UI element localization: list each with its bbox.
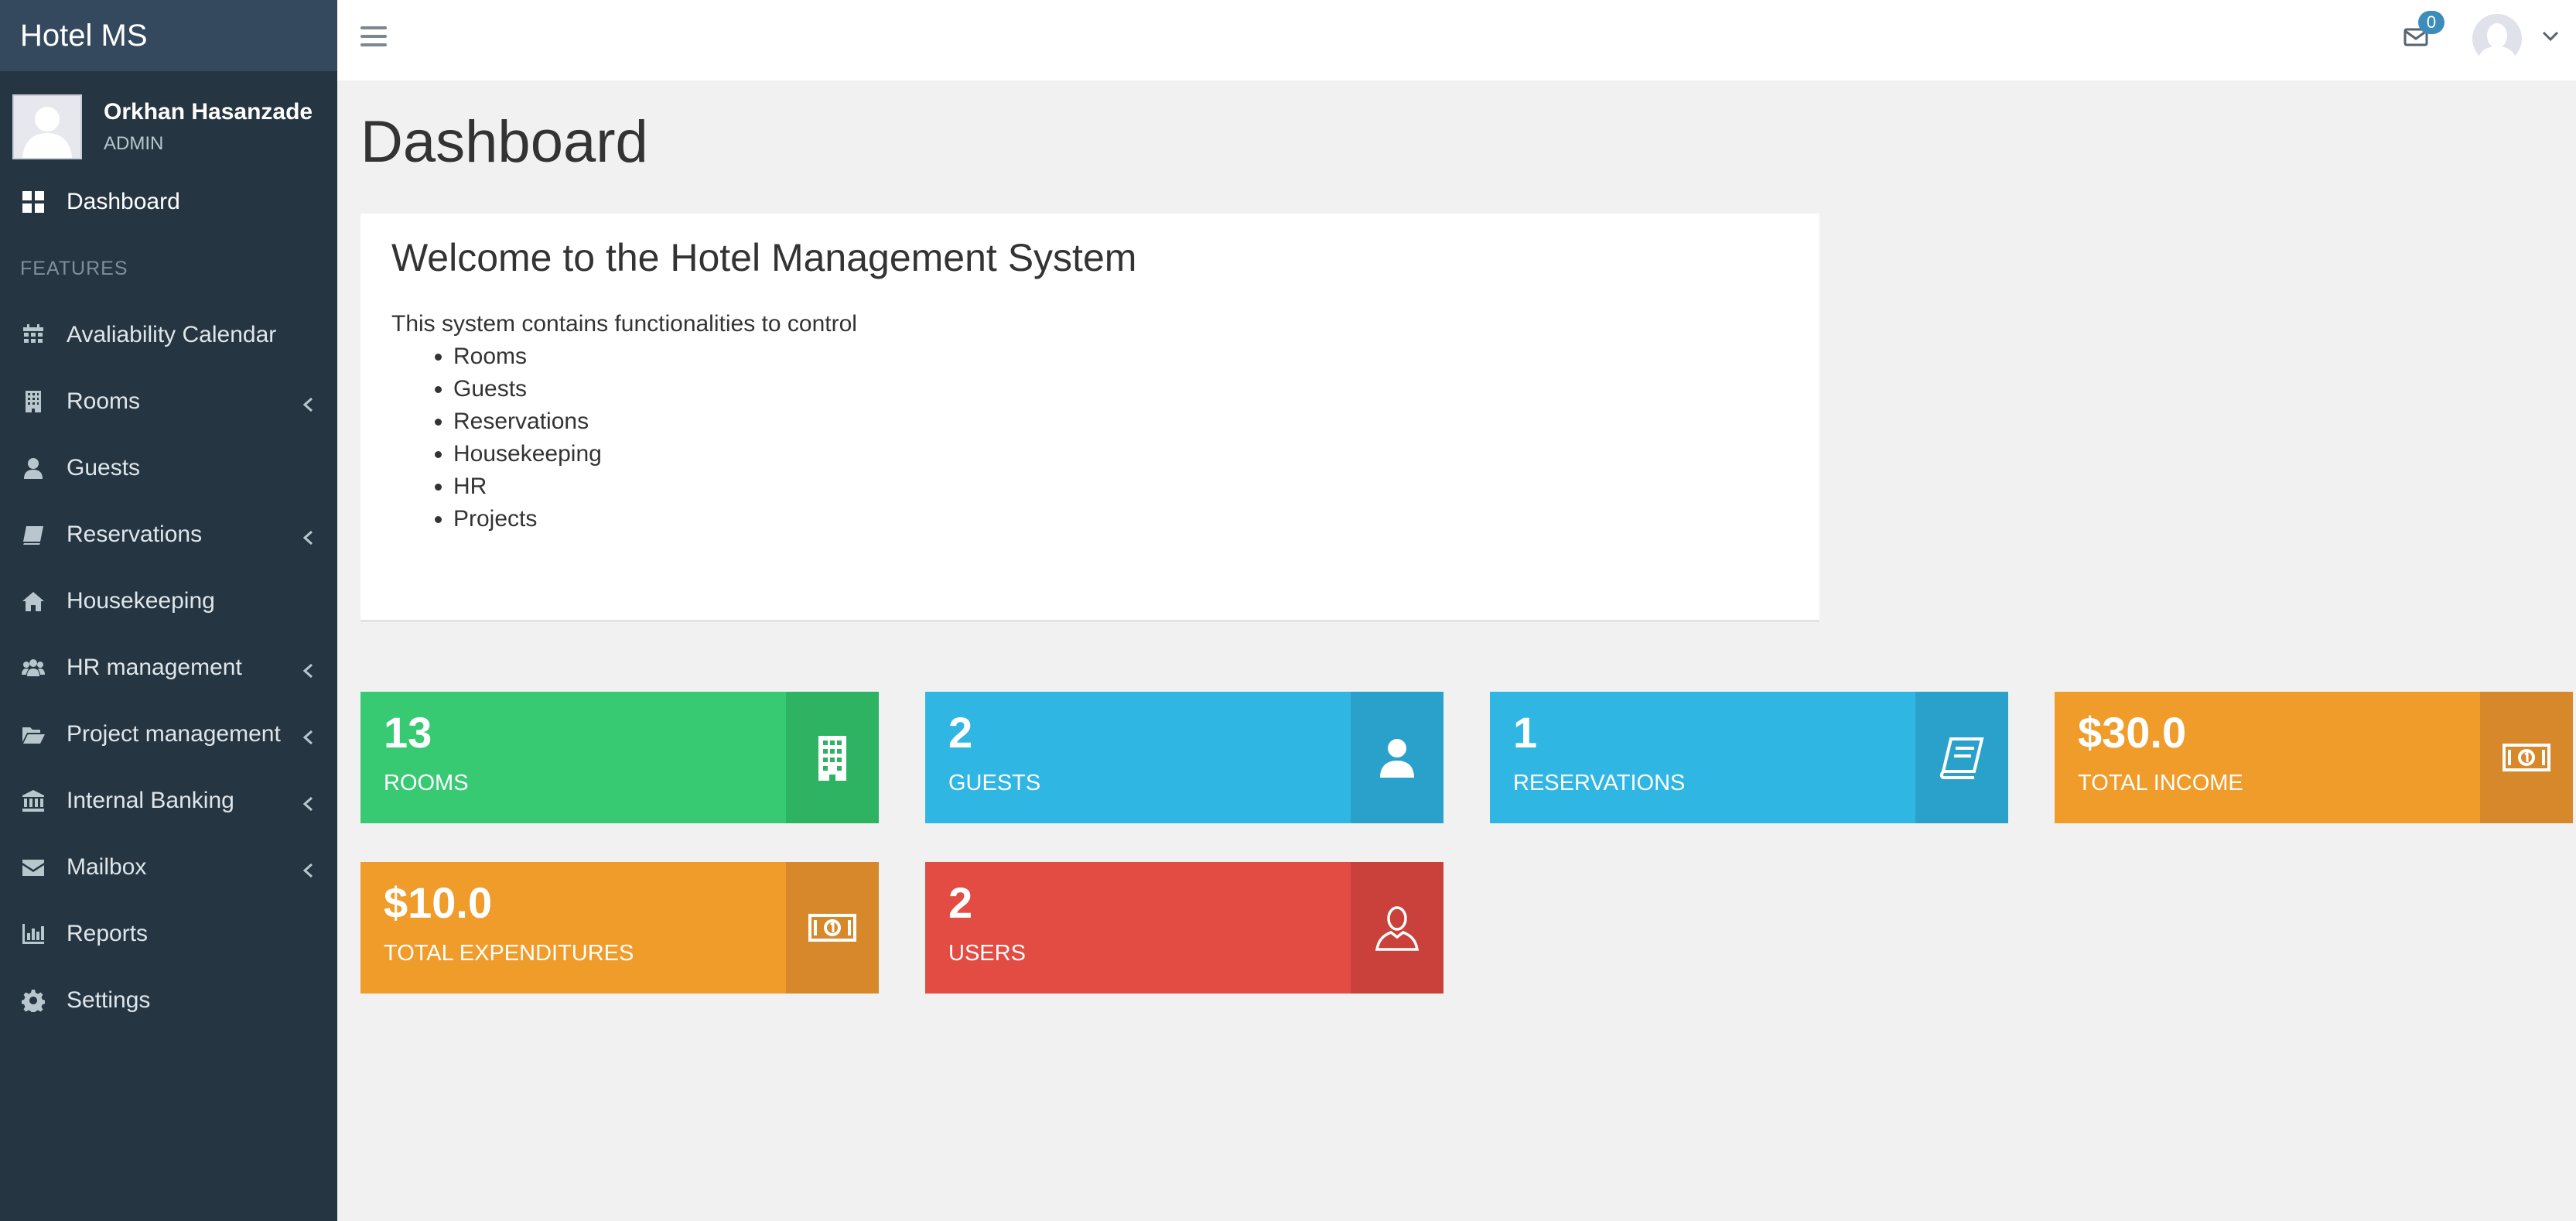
- sidebar-item-mailbox[interactable]: Mailbox: [0, 834, 337, 901]
- stat-label: TOTAL EXPENDITURES: [384, 941, 634, 966]
- folder-open-icon: [20, 721, 46, 747]
- stat-value: $30.0: [2078, 708, 2187, 757]
- stat-box-total-income[interactable]: $30.0 TOTAL INCOME: [2055, 692, 2573, 823]
- stat-label: USERS: [948, 941, 1026, 966]
- sidebar-item-label: Rooms: [67, 388, 141, 414]
- user-panel: Orkhan Hasanzade ADMIN: [0, 88, 337, 166]
- stat-box-total-expenditures[interactable]: $10.0 TOTAL EXPENDITURES: [360, 862, 879, 994]
- user-role: ADMIN: [104, 133, 164, 154]
- chevron-left-icon: [302, 659, 314, 679]
- sidebar-item-housekeeping[interactable]: Housekeeping: [0, 568, 337, 634]
- chevron-down-icon[interactable]: [2542, 31, 2559, 42]
- list-item: Rooms: [453, 340, 1789, 373]
- envelope-icon: [20, 854, 46, 881]
- stat-label: GUESTS: [948, 771, 1041, 795]
- stat-label: TOTAL INCOME: [2078, 771, 2243, 795]
- sidebar-item-project-management[interactable]: Project management: [0, 701, 337, 768]
- sidebar-item-label: Reports: [67, 921, 149, 946]
- user-icon: [20, 455, 46, 481]
- sidebar-item-internal-banking[interactable]: Internal Banking: [0, 768, 337, 834]
- stat-value: 1: [1513, 708, 1538, 757]
- chevron-left-icon: [302, 792, 314, 812]
- sidebar-item-label: Dashboard: [67, 189, 180, 214]
- top-navbar: 0: [337, 0, 2576, 80]
- sidebar-item-label: HR management: [67, 655, 242, 680]
- welcome-intro: This system contains functionalities to …: [391, 311, 857, 337]
- sidebar-item-label: Avaliability Calendar: [67, 322, 277, 347]
- money-icon: [786, 862, 879, 994]
- building-icon: [20, 388, 46, 415]
- sidebar-item-label: Internal Banking: [67, 788, 234, 813]
- welcome-box: Welcome to the Hotel Management System T…: [360, 214, 1819, 622]
- list-item: HR: [453, 470, 1789, 503]
- sidebar-item-dashboard[interactable]: Dashboard: [0, 169, 337, 235]
- stat-value: $10.0: [384, 878, 493, 927]
- sidebar-item-reservations[interactable]: Reservations: [0, 501, 337, 568]
- user-name: Orkhan Hasanzade: [104, 99, 313, 125]
- sidebar-item-label: Mailbox: [67, 854, 147, 880]
- stat-box-users[interactable]: 2 USERS: [925, 862, 1443, 994]
- list-item: Projects: [453, 503, 1789, 535]
- sidebar-item-guests[interactable]: Guests: [0, 435, 337, 501]
- stat-value: 2: [948, 708, 973, 757]
- avatar: [12, 94, 82, 159]
- messages-count-badge: 0: [2418, 11, 2444, 34]
- stat-label: RESERVATIONS: [1513, 771, 1686, 795]
- sidebar: Hotel MS Orkhan Hasanzade ADMIN Dashboar…: [0, 0, 337, 1221]
- avatar-placeholder-icon: [22, 107, 72, 158]
- sidebar-section-header: FEATURES: [20, 257, 128, 279]
- building-icon: [786, 692, 879, 823]
- brand-logo[interactable]: Hotel MS: [0, 0, 337, 71]
- list-item: Guests: [453, 373, 1789, 405]
- sidebar-item-label: Reservations: [67, 522, 203, 547]
- user-outline-icon: [1351, 862, 1443, 994]
- calendar-icon: [20, 322, 46, 348]
- sidebar-item-label: Settings: [67, 987, 151, 1013]
- sidebar-item-label: Project management: [67, 721, 281, 747]
- book-icon: [20, 522, 46, 548]
- dashboard-icon: [20, 189, 46, 215]
- bar-chart-icon: [20, 921, 46, 947]
- chevron-left-icon: [302, 526, 314, 546]
- stat-value: 13: [384, 708, 432, 757]
- sidebar-item-label: Housekeeping: [67, 588, 215, 614]
- user-icon: [1351, 692, 1443, 823]
- welcome-title: Welcome to the Hotel Management System: [391, 236, 1137, 279]
- sidebar-menu: Dashboard FEATURES Avaliability Calendar…: [0, 169, 337, 1034]
- chevron-left-icon: [302, 859, 314, 878]
- stat-value: 2: [948, 878, 973, 927]
- sidebar-item-reports[interactable]: Reports: [0, 901, 337, 967]
- chevron-left-icon: [302, 393, 314, 412]
- sidebar-item-availability-calendar[interactable]: Avaliability Calendar: [0, 302, 337, 368]
- features-list: Rooms Guests Reservations Housekeeping H…: [453, 340, 1789, 535]
- stat-label: ROOMS: [384, 771, 469, 795]
- sidebar-item-label: Guests: [67, 455, 141, 481]
- users-icon: [20, 655, 46, 681]
- money-icon: [2480, 692, 2573, 823]
- home-icon: [20, 588, 46, 614]
- sidebar-item-rooms[interactable]: Rooms: [0, 368, 337, 435]
- stat-box-reservations[interactable]: 1 RESERVATIONS: [1490, 692, 2008, 823]
- gear-icon: [20, 987, 46, 1014]
- sidebar-toggle-icon[interactable]: [360, 26, 387, 50]
- stat-box-rooms[interactable]: 13 ROOMS: [360, 692, 879, 823]
- chevron-left-icon: [302, 726, 314, 745]
- user-menu-avatar[interactable]: [2472, 14, 2522, 63]
- sidebar-item-hr-management[interactable]: HR management: [0, 634, 337, 701]
- stat-box-guests[interactable]: 2 GUESTS: [925, 692, 1443, 823]
- bank-icon: [20, 788, 46, 814]
- page-title: Dashboard: [360, 109, 648, 175]
- book-icon: [1915, 692, 2008, 823]
- sidebar-item-settings[interactable]: Settings: [0, 967, 337, 1034]
- list-item: Reservations: [453, 405, 1789, 438]
- list-item: Housekeeping: [453, 438, 1789, 470]
- avatar-placeholder-icon: [2477, 23, 2517, 63]
